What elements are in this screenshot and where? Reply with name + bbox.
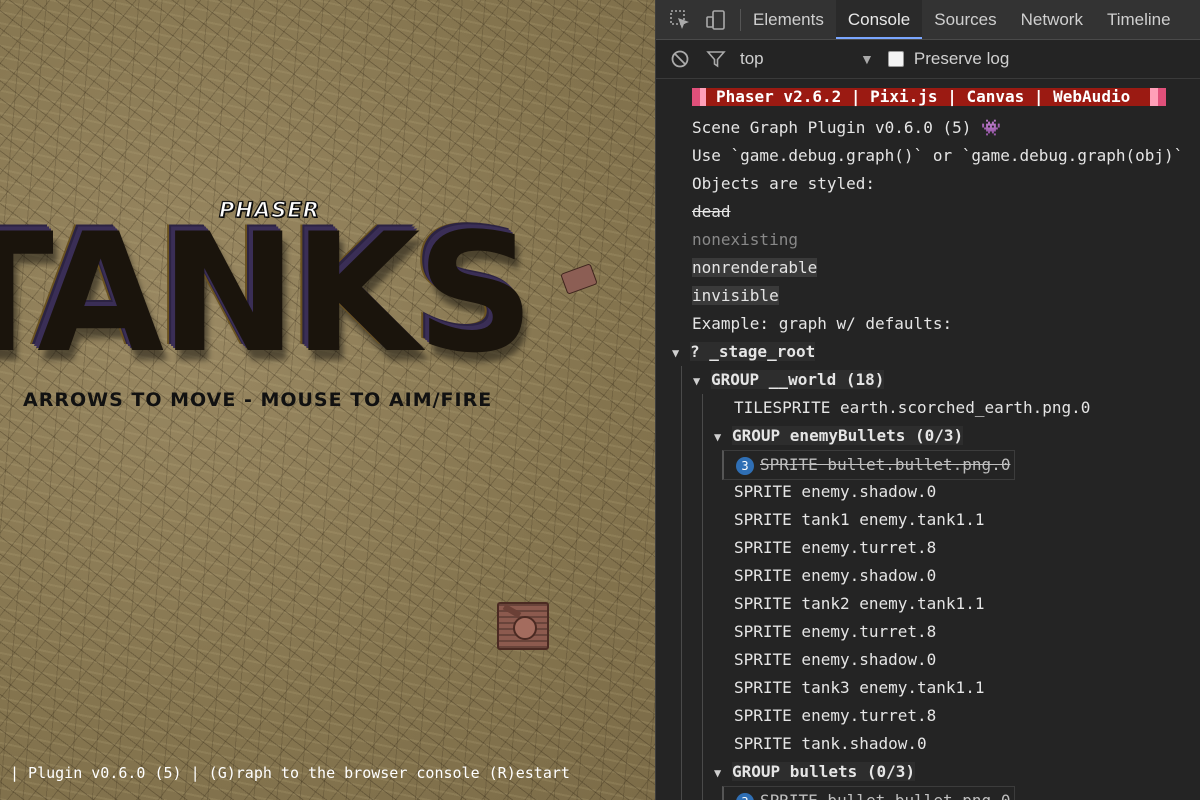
console-message: Example: graph w/ defaults: <box>692 314 953 333</box>
tank-turret <box>513 616 537 640</box>
tree-node-label: GROUP bullets (0/3) <box>732 762 916 781</box>
banner-stripe <box>1150 88 1159 106</box>
tree-guide <box>681 366 682 800</box>
style-dead: dead <box>692 202 731 221</box>
console-message: Use `game.debug.graph()` or `game.debug.… <box>692 146 1184 165</box>
tree-node-sprite[interactable]: SPRITE enemy.turret.8 <box>734 702 936 730</box>
expand-arrow-icon[interactable]: ▼ <box>693 367 711 395</box>
tank-barrel <box>502 603 522 619</box>
player-tank <box>497 602 549 650</box>
tree-node-label: ? _stage_root <box>690 342 816 361</box>
style-nonrenderable: nonrenderable <box>692 254 818 282</box>
console-message: Objects are styled: <box>692 174 876 193</box>
devtools-toolbar: Elements Console Sources Network Timelin… <box>656 0 1200 40</box>
tree-node-label: SPRITE bullet.bullet.png.0 <box>760 455 1011 474</box>
tree-node-stage-root[interactable]: ▼? _stage_root <box>672 338 816 367</box>
phaser-banner: Phaser v2.6.2 | Pixi.js | Canvas | WebAu… <box>692 88 1167 106</box>
banner-stripe <box>1158 88 1167 106</box>
repeat-count-badge: 3 <box>736 792 754 800</box>
tree-node-sprite[interactable]: SPRITE enemy.shadow.0 <box>734 646 936 674</box>
tab-timeline[interactable]: Timeline <box>1095 0 1183 39</box>
tree-node-sprite[interactable]: SPRITE enemy.turret.8 <box>734 534 936 562</box>
tree-node-sprite[interactable]: SPRITE tank.shadow.0 <box>734 730 927 758</box>
inspect-element-icon[interactable] <box>668 8 692 32</box>
console-message: Scene Graph Plugin v0.6.0 (5) 👾 <box>692 118 1001 137</box>
device-toolbar-icon[interactable] <box>704 8 728 32</box>
tab-network[interactable]: Network <box>1009 0 1095 39</box>
tree-node-label: SPRITE bullet.bullet.png.0 <box>760 791 1010 800</box>
style-nonrenderable-text: nonrenderable <box>692 258 818 277</box>
console-output: Phaser v2.6.2 | Pixi.js | Canvas | WebAu… <box>656 79 1200 800</box>
repeat-count-badge: 3 <box>736 456 754 475</box>
tree-node-enemy-bullets[interactable]: ▼ GROUP enemyBullets (0/3) <box>714 422 964 451</box>
tab-sources[interactable]: Sources <box>922 0 1008 39</box>
tree-node-sprite[interactable]: SPRITE enemy.shadow.0 <box>734 562 936 590</box>
game-title: TANKS <box>0 198 535 389</box>
preserve-log-label: Preserve log <box>913 49 1010 68</box>
tree-node-sprite[interactable]: SPRITE tank2 enemy.tank1.1 <box>734 590 984 618</box>
banner-text: Phaser v2.6.2 | Pixi.js | Canvas | WebAu… <box>706 88 1151 106</box>
style-nonexisting: nonexisting <box>692 230 798 249</box>
console-filter-bar: top ▼ Preserve log <box>656 40 1200 79</box>
tree-node-label: GROUP __world (18) <box>711 370 885 389</box>
tree-node-world[interactable]: ▼ GROUP __world (18) <box>693 366 885 395</box>
tree-node-bullet[interactable]: 3 SPRITE bullet.bullet.png.0 <box>722 786 1016 800</box>
clear-console-icon[interactable] <box>668 47 692 71</box>
style-invisible-text: invisible <box>692 286 779 305</box>
tree-node-sprite[interactable]: SPRITE enemy.shadow.0 <box>734 478 936 506</box>
game-instructions: ARROWS TO MOVE - MOUSE TO AIM/FIRE <box>23 389 493 411</box>
preserve-log-checkbox[interactable] <box>887 51 904 67</box>
devtools-panel: Elements Console Sources Network Timelin… <box>655 0 1200 800</box>
tree-node-tilesprite[interactable]: TILESPRITE earth.scorched_earth.png.0 <box>734 394 1090 422</box>
context-selector[interactable]: top <box>740 49 860 69</box>
turret-sprite <box>560 263 598 295</box>
banner-stripe <box>692 88 700 106</box>
tree-node-sprite[interactable]: SPRITE enemy.turret.8 <box>734 618 936 646</box>
game-canvas[interactable]: PHASER TANKS ARROWS TO MOVE - MOUSE TO A… <box>0 0 655 800</box>
tree-node-sprite[interactable]: SPRITE tank3 enemy.tank1.1 <box>734 674 984 702</box>
tree-node-enemy-bullet[interactable]: 3 SPRITE bullet.bullet.png.0 <box>722 450 1016 480</box>
tree-node-sprite[interactable]: SPRITE tank1 enemy.tank1.1 <box>734 506 984 534</box>
tab-elements[interactable]: Elements <box>741 0 836 39</box>
chevron-down-icon[interactable]: ▼ <box>860 51 874 67</box>
filter-icon[interactable] <box>704 47 728 71</box>
tab-console[interactable]: Console <box>835 0 923 39</box>
expand-arrow-icon[interactable]: ▼ <box>714 759 732 787</box>
style-invisible: invisible <box>692 282 779 310</box>
tree-node-bullets[interactable]: ▼ GROUP bullets (0/3) <box>714 758 916 787</box>
tree-node-label: GROUP enemyBullets (0/3) <box>732 426 964 445</box>
expand-arrow-icon[interactable]: ▼ <box>672 339 690 367</box>
tree-guide <box>702 394 703 800</box>
debug-text: | Plugin v0.6.0 (5) | (G)raph to the bro… <box>10 764 570 782</box>
expand-arrow-icon[interactable]: ▼ <box>714 423 732 451</box>
